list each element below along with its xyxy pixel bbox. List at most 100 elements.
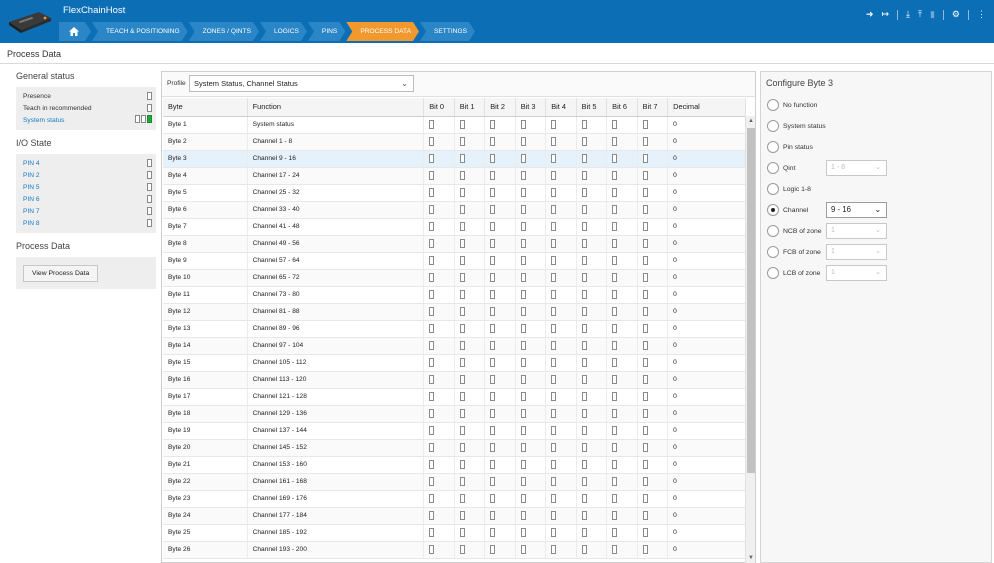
- table-wrap: Byte Function Bit 0 Bit 1 Bit 2 Bit 3 Bit 4 Bit…: [163, 98, 756, 563]
- table-row[interactable]: Byte 5 Channel 25 - 32 0: [163, 184, 746, 202]
- option-select[interactable]: 9 - 16 ⌄: [826, 202, 887, 218]
- pin-link[interactable]: PIN 8: [23, 220, 40, 227]
- pin-row[interactable]: PIN 4: [23, 157, 152, 169]
- view-process-data-button[interactable]: View Process Data: [23, 265, 99, 282]
- table-row[interactable]: Byte 17 Channel 121 - 128 0: [163, 388, 746, 406]
- more-icon[interactable]: ⋮: [977, 9, 986, 20]
- table-row[interactable]: Byte 6 Channel 33 - 40 0: [163, 201, 746, 219]
- table-row[interactable]: Byte 8 Channel 49 - 56 0: [163, 235, 746, 253]
- pin-row[interactable]: PIN 7: [23, 205, 152, 217]
- table-row[interactable]: Byte 10 Channel 65 - 72 0: [163, 269, 746, 287]
- config-option[interactable]: No function: [767, 98, 817, 112]
- table-row[interactable]: Byte 19 Channel 137 - 144 0: [163, 422, 746, 440]
- radio-button[interactable]: [767, 183, 779, 195]
- radio-button[interactable]: [767, 120, 779, 132]
- scrollbar-thumb[interactable]: [747, 128, 755, 473]
- table-row[interactable]: Byte 7 Channel 41 - 48 0: [163, 218, 746, 236]
- logout-icon[interactable]: ↦: [881, 9, 889, 20]
- login-icon[interactable]: ➜: [866, 9, 874, 20]
- bit-indicator: [490, 528, 496, 537]
- bit-cell: [423, 303, 455, 321]
- config-option[interactable]: FCB of zone: [767, 245, 821, 259]
- pin-row[interactable]: PIN 6: [23, 193, 152, 205]
- download-icon[interactable]: ⤓: [906, 9, 910, 20]
- general-status-title: General status: [16, 71, 75, 81]
- scroll-down-icon[interactable]: ▼: [746, 553, 756, 563]
- table-row[interactable]: Byte 21 Channel 153 - 160 0: [163, 456, 746, 474]
- profile-select[interactable]: System Status, Channel Status ⌄: [189, 75, 414, 92]
- table-row[interactable]: Byte 1 System status 0: [163, 116, 746, 134]
- table-row[interactable]: Byte 26 Channel 193 - 200 0: [163, 541, 746, 559]
- radio-button[interactable]: [767, 204, 779, 216]
- function-cell: Channel 97 - 104: [247, 337, 425, 355]
- pin-row[interactable]: PIN 2: [23, 169, 152, 181]
- pin-row[interactable]: PIN 5: [23, 181, 152, 193]
- bit-cell: [637, 524, 669, 542]
- table-row[interactable]: Byte 3 Channel 9 - 16 0: [163, 150, 746, 168]
- table-row[interactable]: Byte 23 Channel 169 - 176 0: [163, 490, 746, 508]
- bit-indicator: [459, 307, 465, 316]
- pin-link[interactable]: PIN 6: [23, 196, 40, 203]
- settings-icon[interactable]: ⚙: [952, 9, 960, 20]
- table-row[interactable]: Byte 2 Channel 1 - 8 0: [163, 133, 746, 151]
- bit-cell: [515, 490, 547, 508]
- table-row[interactable]: Byte 4 Channel 17 - 24 0: [163, 167, 746, 185]
- bit-indicator: [429, 239, 435, 248]
- nav-settings[interactable]: SETTINGS: [420, 22, 475, 41]
- radio-button[interactable]: [767, 99, 779, 111]
- system-status-link[interactable]: System status: [23, 117, 64, 124]
- table-row[interactable]: Byte 14 Channel 97 - 104 0: [163, 337, 746, 355]
- table-row[interactable]: Byte 11 Channel 73 - 80 0: [163, 286, 746, 304]
- table-row[interactable]: Byte 13 Channel 89 - 96 0: [163, 320, 746, 338]
- scroll-up-icon[interactable]: ▲: [746, 116, 756, 126]
- config-option[interactable]: NCB of zone: [767, 224, 822, 238]
- bit-indicator: [459, 137, 465, 146]
- radio-button[interactable]: [767, 225, 779, 237]
- nav-pins[interactable]: PINS: [308, 22, 345, 41]
- byte-cell: Byte 7: [163, 218, 248, 236]
- radio-button[interactable]: [767, 267, 779, 279]
- pin-link[interactable]: PIN 5: [23, 184, 40, 191]
- pin-link[interactable]: PIN 4: [23, 160, 40, 167]
- table-row[interactable]: Byte 18 Channel 129 - 136 0: [163, 405, 746, 423]
- status-row-system[interactable]: System status: [23, 114, 152, 126]
- nav-home[interactable]: [59, 22, 91, 41]
- table-row[interactable]: Byte 25 Channel 185 - 192 0: [163, 524, 746, 542]
- status-label: Presence: [23, 92, 51, 100]
- bit-indicator: [581, 120, 587, 129]
- nav-zones-qints[interactable]: ZONES / QINTS: [189, 22, 259, 41]
- upload-icon[interactable]: ⤒: [918, 9, 922, 20]
- bit-indicator: [459, 494, 465, 503]
- nav-process-data[interactable]: PROCESS DATA: [346, 22, 419, 41]
- radio-button[interactable]: [767, 246, 779, 258]
- config-option[interactable]: LCB of zone: [767, 266, 820, 280]
- nav-teach-positioning[interactable]: TEACH & POSITIONING: [92, 22, 188, 41]
- table-row[interactable]: Byte 15 Channel 105 - 112 0: [163, 354, 746, 372]
- table-row[interactable]: Byte 24 Channel 177 - 184 0: [163, 507, 746, 525]
- pin-link[interactable]: PIN 2: [23, 172, 40, 179]
- decimal-cell: 0: [667, 541, 746, 559]
- table-row[interactable]: Byte 12 Channel 81 - 88 0: [163, 303, 746, 321]
- table-row[interactable]: Byte 16 Channel 113 - 120 0: [163, 371, 746, 389]
- config-option[interactable]: Pin status: [767, 140, 813, 154]
- table-scrollbar[interactable]: ▲ ▼: [745, 116, 755, 563]
- bit-indicator: [581, 154, 587, 163]
- config-option[interactable]: Qint: [767, 161, 795, 175]
- table-row[interactable]: Byte 9 Channel 57 - 64 0: [163, 252, 746, 270]
- config-option[interactable]: Logic 1-8: [767, 182, 811, 196]
- config-option[interactable]: Channel: [767, 203, 808, 217]
- general-status-card: Presence Teach in recommended System sta…: [16, 87, 156, 130]
- table-row[interactable]: Byte 22 Channel 161 - 168 0: [163, 473, 746, 491]
- radio-button[interactable]: [767, 162, 779, 174]
- table-row[interactable]: Byte 20 Channel 145 - 152 0: [163, 439, 746, 457]
- pin-link[interactable]: PIN 7: [23, 208, 40, 215]
- bit-cell: [423, 252, 455, 270]
- nav-logics[interactable]: LOGICS: [260, 22, 307, 41]
- delete-icon[interactable]: ▮: [930, 9, 935, 20]
- radio-button[interactable]: [767, 141, 779, 153]
- bit-cell: [606, 371, 638, 389]
- pin-row[interactable]: PIN 8: [23, 217, 152, 229]
- bit-indicator: [642, 477, 648, 486]
- config-option[interactable]: System status: [767, 119, 826, 133]
- function-cell: Channel 33 - 40: [247, 201, 425, 219]
